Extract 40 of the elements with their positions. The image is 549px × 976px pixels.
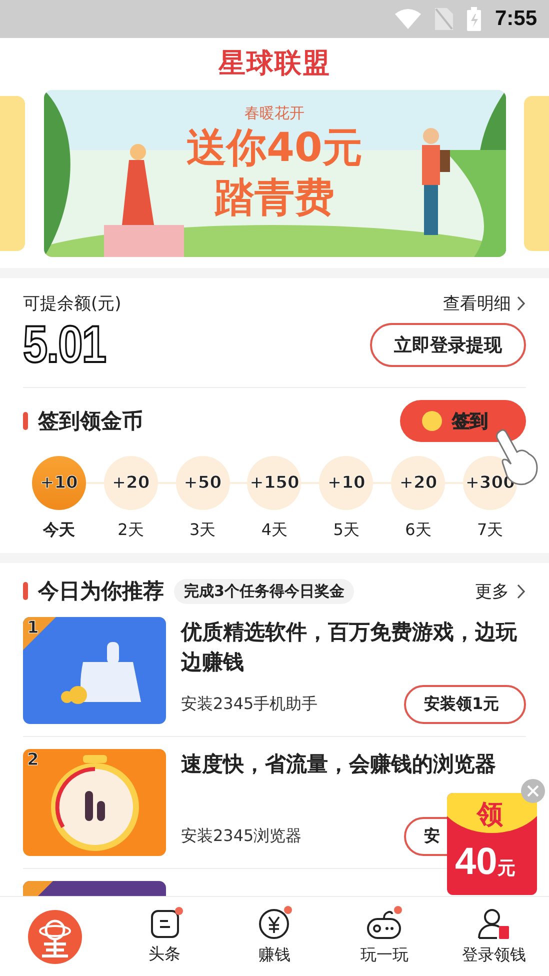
banner-headline: 送你40元 [186,124,362,172]
checkin-button[interactable]: 签到 [400,400,526,442]
more-link[interactable]: 更多 [475,580,509,602]
day-label: 今天 [42,520,75,541]
nav-tab[interactable]: 赚钱 [258,944,290,966]
banner-headline: 踏青费 [214,174,334,222]
reward-circle: +20 [104,456,158,510]
section-title: 签到领金币 [38,408,143,435]
app-subtitle: 安装2345浏览器 [181,826,302,847]
day-label: 3天 [190,520,216,541]
app-title: 优质精选软件，百万免费游戏，边玩边赚钱 [181,619,518,676]
day-label: 5天 [333,520,360,541]
reward-circle: +20 [391,456,446,510]
nav-tab[interactable]: 玩一玩 [360,944,408,966]
rank-number: 1 [27,618,39,638]
app-logo: 星球联盟 [218,47,330,81]
day-label: 6天 [405,520,432,541]
envelope-label: 领 [477,799,503,832]
envelope-amount: 40元 [455,841,516,884]
task-tag: 完成3个任务得今日奖金 [174,578,354,604]
reward-circle: +10 [32,456,86,510]
balance-amount: 5.01 [23,315,106,375]
balance-label: 可提余额(元) [23,293,122,315]
nav-tab[interactable]: 头条 [148,944,181,964]
day-label: 4天 [261,520,288,541]
banner-subtitle: 春暖花开 [244,104,304,122]
app-title: 速度快，省流量，会赚钱的浏览器 [181,751,497,778]
reward-circle: +50 [176,456,230,510]
reward-circle: +10 [319,456,374,510]
app-subtitle: 安装2345手机助手 [181,694,318,715]
reward-circle: +150 [247,456,302,510]
day-label: 2天 [118,520,144,541]
details-link[interactable]: 查看明细 [443,292,511,315]
install-button[interactable]: 安装领1元 [404,685,526,724]
nav-tab[interactable]: 登录领钱 [462,944,526,966]
withdraw-button[interactable]: 立即登录提现 [370,323,526,367]
status-time: 7:55 [494,7,537,31]
day-label: 7天 [476,520,504,541]
section-title: 今日为你推荐 [38,578,164,605]
rank-number: 2 [27,750,39,770]
